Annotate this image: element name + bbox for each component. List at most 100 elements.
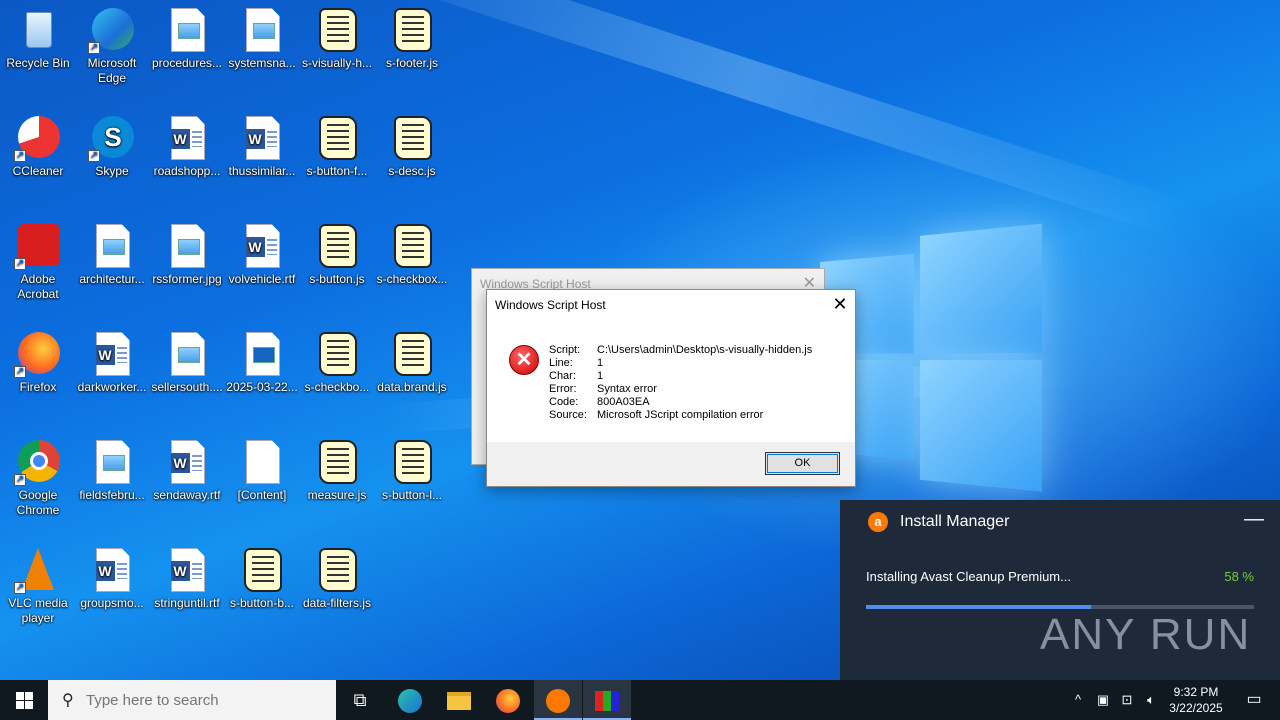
windows-start-icon [16, 692, 24, 700]
install-manager-header: a Install Manager [868, 512, 1009, 532]
avast-icon: a [868, 512, 888, 532]
desktop-icon[interactable]: procedures... [149, 0, 225, 71]
clock[interactable]: 9:32 PM 3/22/2025 [1160, 684, 1232, 716]
install-progress-fill [866, 605, 1092, 609]
avast-taskbar-icon[interactable] [534, 680, 582, 720]
script-file-icon [313, 222, 361, 270]
dialog-footer: OK [487, 442, 855, 486]
desktop-icon[interactable]: measure.js [299, 432, 375, 503]
dialog-title: Windows Script Host [495, 298, 606, 312]
blank-file-icon [238, 438, 286, 486]
close-icon[interactable]: ✕ [825, 290, 855, 320]
desktop-icon-label: Adobe Acrobat [17, 272, 59, 301]
dialog-titlebar[interactable]: Windows Script Host ✕ [487, 290, 855, 320]
desktop-icon[interactable]: s-button-b... [224, 540, 300, 611]
desktop-icon[interactable]: Wsendaway.rtf [149, 432, 225, 503]
desktop-icon[interactable]: s-button-f... [299, 108, 375, 179]
acrobat-icon: ↗ [14, 222, 62, 270]
edge-taskbar-icon[interactable] [386, 680, 434, 720]
desktop-icon[interactable]: s-button.js [299, 216, 375, 287]
desktop-icon[interactable]: s-button-l... [374, 432, 450, 503]
error-details: Script: C:\Users\admin\Desktop\s-visually… [549, 344, 812, 422]
script-host-taskbar-icon[interactable] [583, 680, 631, 720]
desktop-icon[interactable]: Wstringuntil.rtf [149, 540, 225, 611]
ok-button[interactable]: OK [765, 452, 840, 475]
file-explorer-icon[interactable] [435, 680, 483, 720]
desktop-icon[interactable]: Wthussimilar... [224, 108, 300, 179]
desktop-icon[interactable]: ↗ Firefox [0, 324, 76, 395]
minimize-icon[interactable]: — [1244, 508, 1264, 531]
desktop-icon[interactable]: data.brand.js [374, 324, 450, 395]
error-detail-key: Char: [549, 370, 576, 382]
install-percent: 58 % [1224, 569, 1254, 584]
error-detail-value: 1 [597, 357, 604, 369]
desktop-icon-label: s-checkbox... [376, 272, 448, 286]
error-detail-key: Source: [549, 409, 587, 421]
meet-now-icon[interactable]: ▣ [1092, 680, 1114, 720]
script-file-icon [388, 222, 436, 270]
desktop-icon-label: Microsoft Edge [87, 56, 137, 85]
desktop-icon[interactable]: fieldsfebru... [74, 432, 150, 503]
start-button[interactable] [0, 680, 48, 720]
notification-icon[interactable]: ▭ [1234, 680, 1274, 720]
desktop-icon[interactable]: s-checkbox... [374, 216, 450, 287]
desktop-icon-label: s-checkbo... [304, 380, 370, 394]
desktop-icon[interactable]: systemsna... [224, 0, 300, 71]
desktop-icon[interactable]: Wvolvehicle.rtf [224, 216, 300, 287]
desktop-icon-label: Skype [95, 164, 129, 178]
error-detail-row: Error: Syntax error [549, 383, 812, 396]
desktop-icon[interactable]: sellersouth.... [149, 324, 225, 395]
desktop-icon-label: volvehicle.rtf [228, 272, 296, 286]
search-input[interactable] [86, 690, 326, 710]
error-detail-value: 1 [597, 370, 604, 382]
taskbar-search[interactable]: ⚲ [48, 680, 336, 720]
edge-icon: ↗ [88, 6, 136, 54]
desktop-icon[interactable]: s-footer.js [374, 0, 450, 71]
image-file-icon [88, 438, 136, 486]
image-file-icon [163, 330, 211, 378]
desktop-icon-label: s-footer.js [385, 56, 439, 70]
desktop-icon[interactable]: data-filters.js [299, 540, 375, 611]
desktop-icon[interactable]: Wgroupsmo... [74, 540, 150, 611]
desktop-icon-label: CCleaner [12, 164, 64, 178]
chevron-up-icon[interactable]: ^ [1068, 680, 1088, 720]
desktop-icon-label: roadshopp... [153, 164, 221, 178]
desktop-icon[interactable]: Wdarkworker... [74, 324, 150, 395]
desktop-icon[interactable]: Wroadshopp... [149, 108, 225, 179]
desktop-icon[interactable]: Recycle Bin [0, 0, 76, 71]
script-file-icon [388, 330, 436, 378]
script-file-icon [313, 546, 361, 594]
desktop-icon[interactable]: s-desc.js [374, 108, 450, 179]
image-file-icon [163, 222, 211, 270]
screenshot-file-icon [238, 330, 286, 378]
desktop-icon-label: groupsmo... [80, 596, 144, 610]
desktop-icon[interactable]: rssformer.jpg [149, 216, 225, 287]
desktop-icon[interactable]: [Content] [224, 432, 300, 503]
error-detail-value: C:\Users\admin\Desktop\s-visually-hidden… [597, 344, 813, 356]
word-file-icon: W [238, 114, 286, 162]
desktop-icon[interactable]: S ↗ Skype [74, 108, 150, 179]
script-file-icon [313, 330, 361, 378]
desktop-icon[interactable]: ↗ Microsoft Edge [74, 0, 150, 86]
error-detail-row: Source: Microsoft JScript compilation err… [549, 409, 812, 422]
desktop-icon-label: s-button-b... [229, 596, 295, 610]
desktop-icon[interactable]: s-visually-h... [299, 0, 375, 71]
desktop-icon-label: darkworker... [77, 380, 147, 394]
desktop-icon[interactable]: s-checkbo... [299, 324, 375, 395]
install-status-text: Installing Avast Cleanup Premium... [866, 569, 1071, 584]
word-file-icon: W [163, 114, 211, 162]
network-icon[interactable]: ⊡ [1116, 680, 1138, 720]
desktop-icon-label: 2025-03-22... [226, 380, 298, 394]
desktop-icon[interactable]: ↗ CCleaner [0, 108, 76, 179]
task-view-icon[interactable]: ⧉ [336, 680, 384, 720]
desktop-icon[interactable]: architectur... [74, 216, 150, 287]
desktop-icon[interactable]: 2025-03-22... [224, 324, 300, 395]
skype-icon: S ↗ [88, 114, 136, 162]
volume-icon[interactable]: 🔈︎ [1140, 680, 1162, 720]
desktop-icon[interactable]: ↗ VLC media player [0, 540, 76, 626]
desktop-icon-label: data-filters.js [302, 596, 372, 610]
desktop-icon[interactable]: ↗ Adobe Acrobat [0, 216, 76, 302]
error-detail-row: Script: C:\Users\admin\Desktop\s-visually… [549, 344, 812, 357]
desktop-icon[interactable]: ↗ Google Chrome [0, 432, 76, 518]
firefox-taskbar-icon[interactable] [484, 680, 532, 720]
